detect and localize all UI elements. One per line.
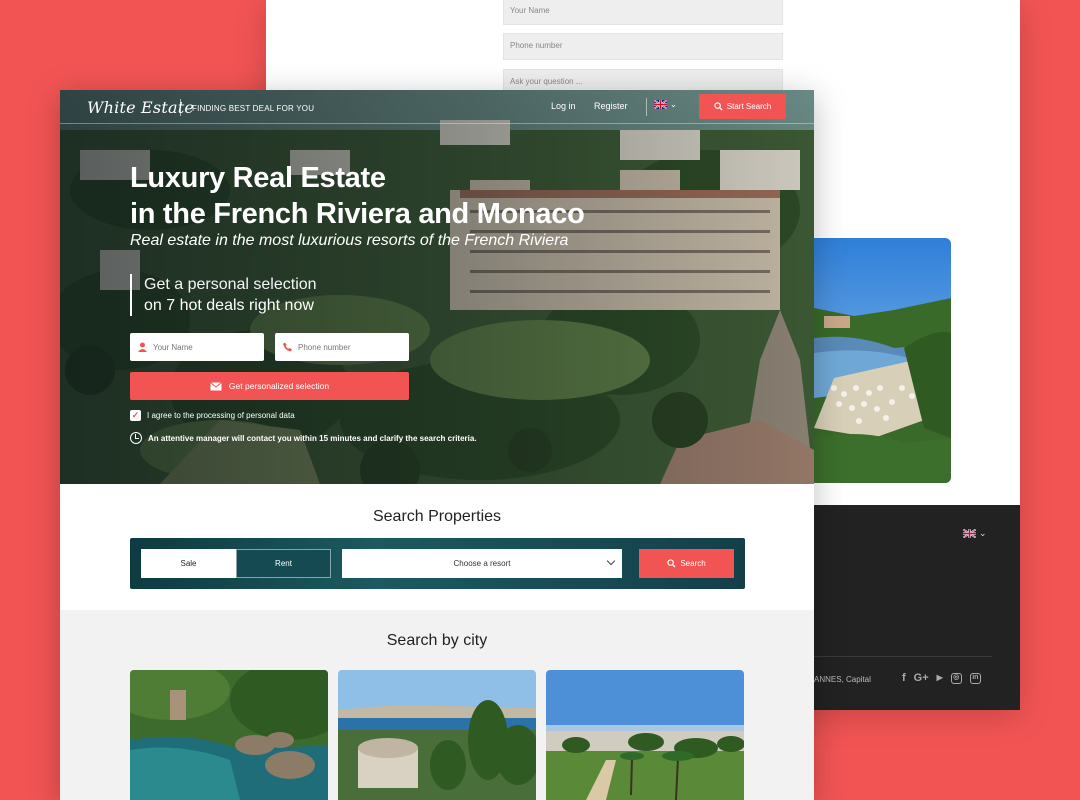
envelope-icon: [210, 381, 222, 390]
tab-sale[interactable]: Sale: [141, 549, 236, 578]
language-selector[interactable]: ⌄: [654, 100, 677, 109]
logo-divider: [180, 99, 181, 116]
clock-icon: [130, 432, 142, 444]
resort-select[interactable]: Choose a resort: [342, 549, 622, 578]
city-card[interactable]: [546, 670, 744, 800]
login-link[interactable]: Log in: [551, 101, 576, 111]
site-logo[interactable]: White Estate: [87, 98, 194, 117]
nav-divider: [646, 98, 647, 116]
social-links: f G+ ▶ ◎ in: [902, 671, 981, 685]
search-button[interactable]: Search: [639, 549, 734, 578]
get-selection-button[interactable]: Get personalized selection: [130, 372, 409, 400]
search-icon: [667, 559, 676, 568]
consent-label: I agree to the processing of personal da…: [147, 411, 295, 420]
search-button-label: Search: [680, 559, 706, 568]
instagram-icon[interactable]: ◎: [950, 672, 962, 684]
selection-pitch: Get a personal selection on 7 hot deals …: [130, 274, 317, 316]
city-photo-monaco: [338, 670, 536, 800]
hero-title-line1: Luxury Real Estate: [130, 162, 386, 194]
consent-checkbox[interactable]: ✓: [130, 410, 141, 421]
search-by-city-title: Search by city: [386, 632, 488, 649]
consent-row: ✓ I agree to the processing of personal …: [130, 410, 295, 421]
manager-notice-text: An attentive manager will contact you wi…: [148, 433, 477, 443]
hero-phone-input[interactable]: Phone number: [275, 333, 409, 361]
pitch-line2: on 7 hot deals right now: [144, 297, 314, 314]
main-page-preview: White Estate FINDING BEST DEAL FOR YOU L…: [60, 90, 814, 800]
tab-rent[interactable]: Rent: [236, 549, 331, 578]
hero-subtitle: Real estate in the most luxurious resort…: [130, 232, 569, 249]
hero-name-input[interactable]: Your Name: [130, 333, 264, 361]
name-placeholder: Your Name: [153, 342, 193, 352]
chevron-down-icon: [606, 556, 616, 566]
back-phone-field[interactable]: Phone number: [503, 33, 783, 60]
youtube-icon[interactable]: ▶: [937, 671, 943, 685]
beach-photo: [814, 238, 951, 483]
footer-address: ANNES, Capital: [814, 675, 871, 684]
footer-divider: [814, 656, 992, 657]
city-photo-cannes: [546, 670, 744, 800]
resort-select-value: Choose a resort: [453, 559, 511, 568]
register-link[interactable]: Register: [594, 101, 628, 111]
city-card[interactable]: [130, 670, 328, 800]
start-search-label: Start Search: [726, 102, 772, 111]
user-icon: [138, 342, 147, 352]
facebook-icon[interactable]: f: [902, 671, 906, 685]
search-properties-title: Search Properties: [372, 508, 502, 525]
site-tagline: FINDING BEST DEAL FOR YOU: [192, 104, 315, 113]
chevron-down-icon: ⌄: [979, 528, 987, 538]
search-icon: [714, 102, 723, 111]
pitch-line1: Get a personal selection: [144, 276, 317, 293]
uk-flag-icon: [654, 100, 667, 109]
start-search-button[interactable]: Start Search: [699, 94, 786, 119]
get-selection-label: Get personalized selection: [228, 381, 330, 391]
chevron-down-icon: ⌄: [670, 100, 677, 109]
back-name-field[interactable]: Your Name: [503, 0, 783, 25]
footer-language-selector[interactable]: ⌄: [963, 528, 987, 539]
uk-flag-icon: [963, 529, 976, 538]
manager-notice: An attentive manager will contact you wi…: [130, 432, 477, 444]
phone-placeholder: Phone number: [298, 342, 351, 352]
google-plus-icon[interactable]: G+: [914, 671, 929, 685]
top-navigation: White Estate FINDING BEST DEAL FOR YOU L…: [60, 90, 814, 124]
city-photo-coast: [130, 670, 328, 800]
hero-title-line2: in the French Riviera and Monaco: [130, 198, 585, 230]
phone-icon: [283, 342, 292, 352]
city-card[interactable]: [338, 670, 536, 800]
property-search-bar: Sale Rent Choose a resort Search: [130, 538, 745, 589]
hero-title: Luxury Real Estate in the French Riviera…: [130, 160, 585, 232]
hero-section: White Estate FINDING BEST DEAL FOR YOU L…: [60, 90, 814, 484]
linkedin-icon[interactable]: in: [969, 672, 981, 684]
